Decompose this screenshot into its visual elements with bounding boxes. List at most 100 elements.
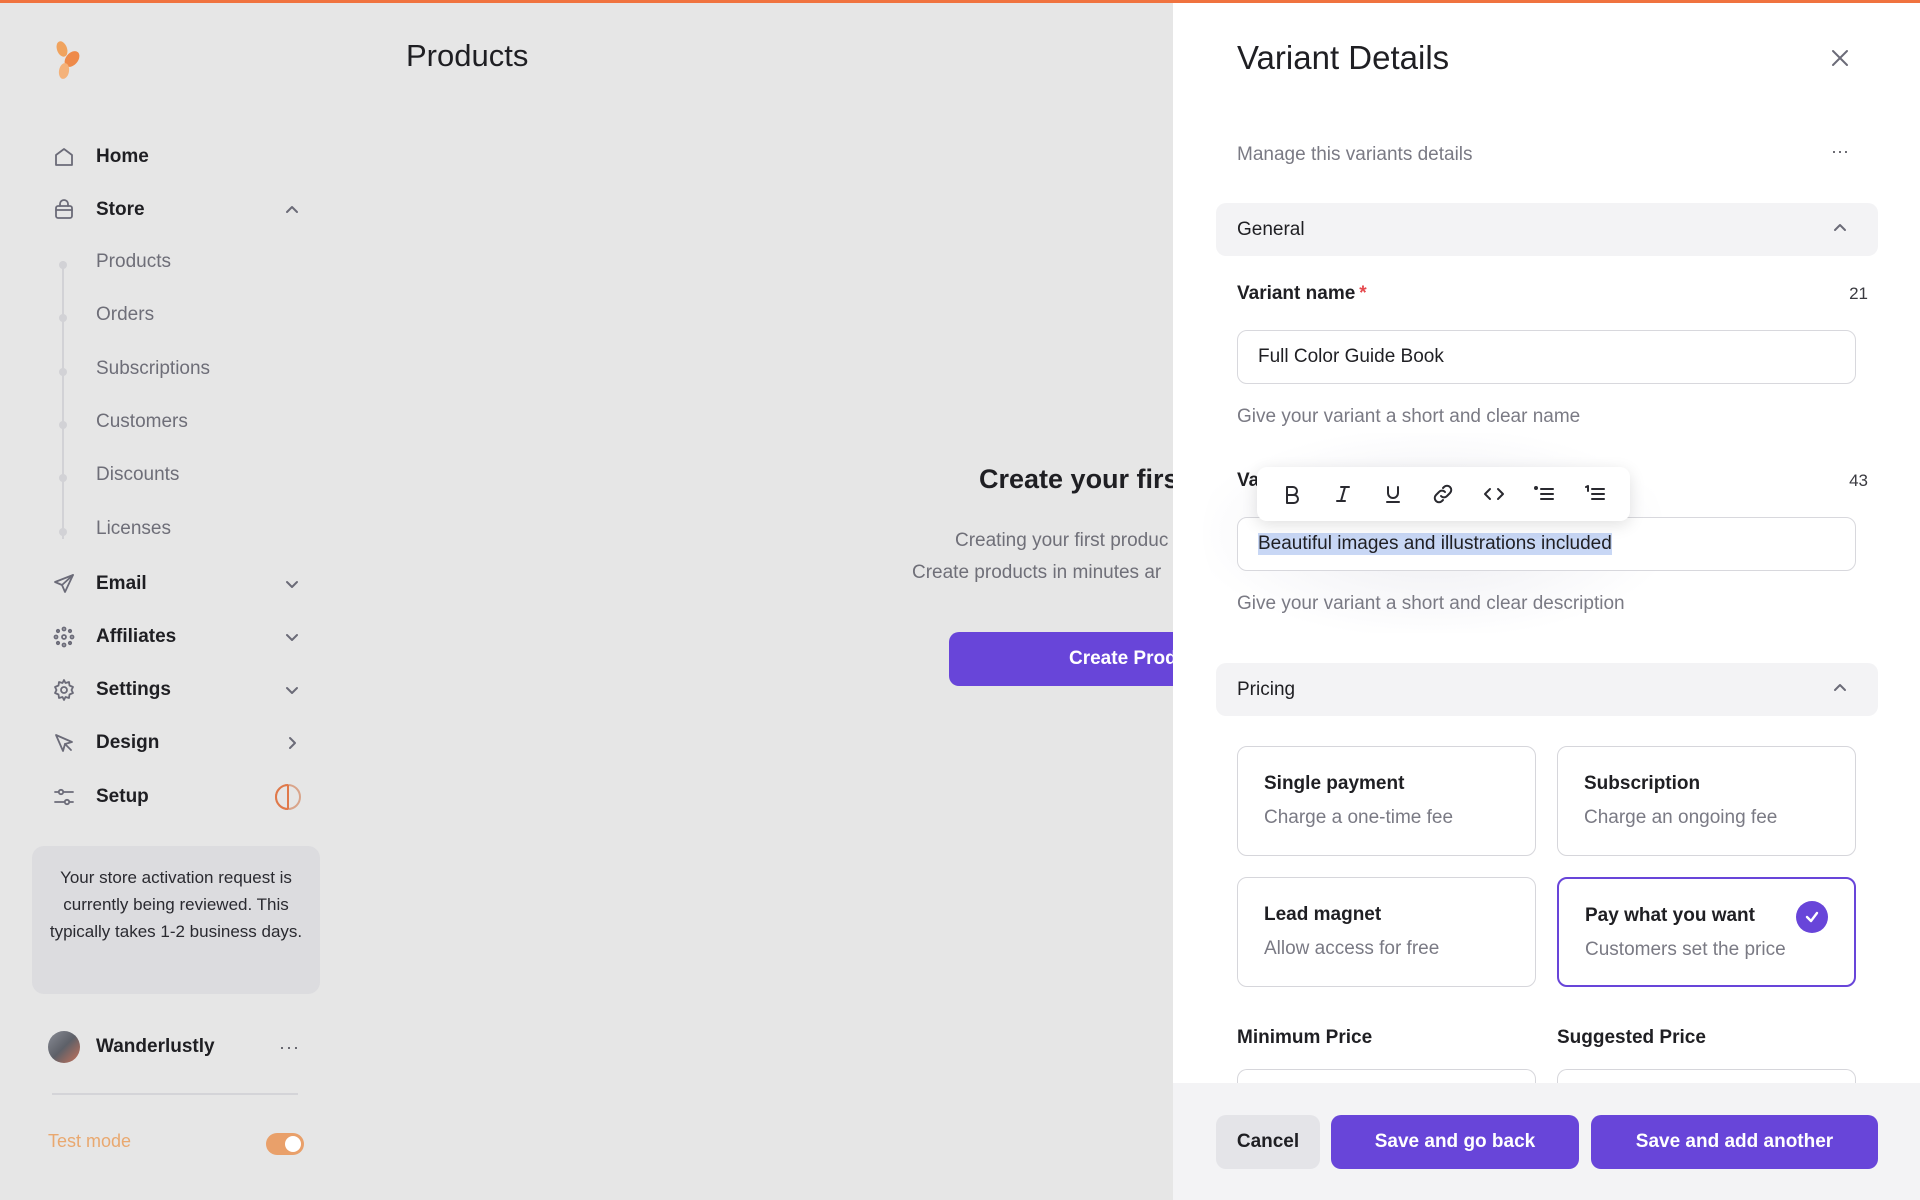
- empty-state-line-1: Creating your first produc: [955, 530, 1169, 551]
- nav-settings[interactable]: Settings: [50, 670, 302, 710]
- user-more-button[interactable]: ···: [279, 1037, 300, 1058]
- sidebar-item-licenses[interactable]: Licenses: [96, 511, 296, 547]
- pricing-option-desc: Charge an ongoing fee: [1584, 807, 1778, 828]
- chevron-up-icon: [1832, 220, 1852, 240]
- sidebar-item-subscriptions[interactable]: Subscriptions: [96, 351, 296, 387]
- pricing-option-subscription[interactable]: Subscription Charge an ongoing fee: [1557, 746, 1856, 856]
- pricing-option-title: Single payment: [1264, 773, 1405, 794]
- variant-name-count: 21: [1849, 284, 1868, 303]
- bag-icon: [50, 196, 78, 224]
- pricing-option-title: Lead magnet: [1264, 904, 1382, 925]
- nav-affiliates[interactable]: Affiliates: [50, 617, 302, 657]
- save-and-add-another-button[interactable]: Save and add another: [1591, 1115, 1878, 1169]
- gear-icon: [50, 676, 78, 704]
- pricing-option-title: Pay what you want: [1585, 905, 1755, 926]
- underline-icon[interactable]: [1375, 476, 1411, 512]
- nav-store-label: Store: [96, 199, 145, 220]
- sidebar: Home Store Products Orders Subscriptions…: [0, 3, 340, 1200]
- required-marker: *: [1359, 283, 1367, 304]
- variant-description-hint: Give your variant a short and clear desc…: [1237, 593, 1625, 614]
- chevron-down-icon[interactable]: [282, 680, 302, 700]
- nav-setup[interactable]: Setup: [50, 777, 302, 817]
- selected-text: Beautiful images and illustrations inclu…: [1258, 533, 1612, 555]
- bullet-list-icon[interactable]: [1526, 476, 1562, 512]
- variant-description-label: Va: [1237, 470, 1260, 491]
- nav-design-label: Design: [96, 732, 160, 753]
- variant-name-label: Variant name *: [1237, 283, 1367, 305]
- chevron-right-icon[interactable]: [282, 733, 302, 753]
- empty-state-line-2: Create products in minutes ar: [912, 562, 1162, 583]
- send-icon: [50, 570, 78, 598]
- code-icon[interactable]: [1476, 476, 1512, 512]
- panel-title: Variant Details: [1237, 39, 1450, 76]
- submenu-dot: [59, 314, 67, 322]
- sidebar-item-customers[interactable]: Customers: [96, 404, 296, 440]
- pricing-option-lead-magnet[interactable]: Lead magnet Allow access for free: [1237, 877, 1536, 987]
- logo-icon[interactable]: [50, 39, 86, 83]
- variant-name-hint: Give your variant a short and clear name: [1237, 406, 1581, 427]
- nav-settings-label: Settings: [96, 679, 171, 700]
- user-menu[interactable]: Wanderlustly ···: [48, 1027, 300, 1067]
- submenu-dot: [59, 474, 67, 482]
- text-format-toolbar: [1257, 467, 1630, 521]
- variant-details-panel: Variant Details Manage this variants det…: [1173, 3, 1920, 1200]
- section-pricing[interactable]: Pricing: [1216, 663, 1878, 716]
- nav-design[interactable]: Design: [50, 723, 302, 763]
- page-title: Products: [406, 38, 529, 73]
- submenu-dot: [59, 528, 67, 536]
- avatar: [48, 1031, 80, 1063]
- nav-setup-label: Setup: [96, 786, 149, 807]
- cursor-icon: [50, 729, 78, 757]
- pricing-option-pay-what-you-want[interactable]: Pay what you want Customers set the pric…: [1557, 877, 1856, 987]
- sidebar-divider: [52, 1093, 298, 1095]
- submenu-dot: [59, 421, 67, 429]
- test-mode-label: Test mode: [48, 1131, 132, 1151]
- sidebar-item-products[interactable]: Products: [96, 244, 296, 280]
- nav-email-label: Email: [96, 573, 147, 594]
- save-and-go-back-button[interactable]: Save and go back: [1331, 1115, 1579, 1169]
- chevron-down-icon[interactable]: [282, 574, 302, 594]
- user-name: Wanderlustly: [96, 1036, 215, 1057]
- nav-home[interactable]: Home: [50, 137, 302, 177]
- submenu-dot: [59, 368, 67, 376]
- pricing-option-title: Subscription: [1584, 773, 1701, 794]
- italic-icon[interactable]: [1325, 476, 1361, 512]
- activation-notice: Your store activation request is current…: [32, 846, 320, 994]
- chevron-up-icon: [1832, 680, 1852, 700]
- panel-subtitle: Manage this variants details: [1237, 144, 1473, 165]
- test-mode-toggle[interactable]: [266, 1133, 304, 1155]
- pricing-option-desc: Charge a one-time fee: [1264, 807, 1454, 828]
- nav-email[interactable]: Email: [50, 564, 302, 604]
- cancel-button[interactable]: Cancel: [1216, 1115, 1320, 1169]
- variant-name-input[interactable]: Full Color Guide Book: [1237, 330, 1856, 384]
- section-pricing-title: Pricing: [1237, 678, 1296, 700]
- home-icon: [50, 143, 78, 171]
- chevron-up-icon[interactable]: [282, 200, 302, 220]
- submenu-dot: [59, 261, 67, 269]
- bold-icon[interactable]: [1274, 476, 1310, 512]
- progress-ring-icon: [274, 783, 302, 811]
- sliders-icon: [50, 783, 78, 811]
- numbered-list-icon[interactable]: [1577, 476, 1613, 512]
- section-general[interactable]: General: [1216, 203, 1878, 256]
- close-icon[interactable]: [1827, 45, 1853, 71]
- check-icon: [1796, 901, 1828, 933]
- pricing-option-desc: Allow access for free: [1264, 938, 1440, 959]
- variant-description-input[interactable]: Beautiful images and illustrations inclu…: [1237, 517, 1856, 571]
- nav-store[interactable]: Store: [50, 190, 302, 230]
- top-accent-bar: [0, 0, 1920, 3]
- affiliates-icon: [50, 623, 78, 651]
- nav-affiliates-label: Affiliates: [96, 626, 177, 647]
- empty-state-heading: Create your firs: [979, 464, 1179, 494]
- pricing-option-desc: Customers set the price: [1585, 939, 1786, 960]
- link-icon[interactable]: [1425, 476, 1461, 512]
- variant-description-count: 43: [1849, 471, 1868, 490]
- panel-more-button[interactable]: ···: [1831, 141, 1849, 162]
- chevron-down-icon[interactable]: [282, 627, 302, 647]
- pricing-option-single-payment[interactable]: Single payment Charge a one-time fee: [1237, 746, 1536, 856]
- minimum-price-label: Minimum Price: [1237, 1027, 1373, 1048]
- variant-name-label-text: Variant name: [1237, 283, 1356, 304]
- store-submenu-line: [62, 261, 64, 539]
- sidebar-item-orders[interactable]: Orders: [96, 297, 296, 333]
- sidebar-item-discounts[interactable]: Discounts: [96, 457, 296, 493]
